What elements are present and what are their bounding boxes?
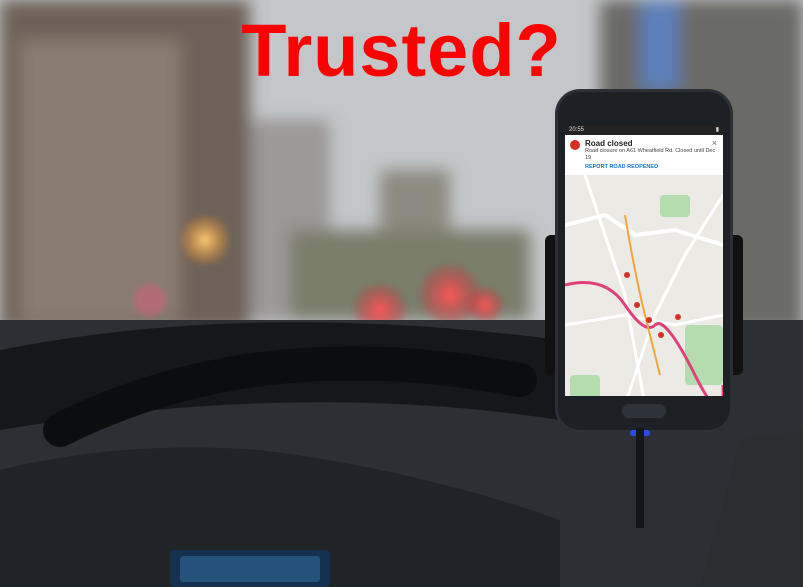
closure-marker-icon (675, 314, 681, 321)
road-closed-notification[interactable]: Road closed Road closure on A61 Wheatfie… (565, 135, 723, 176)
maps-screen[interactable]: 20:55 ▮ Road closed Road closure on A61 … (565, 126, 723, 396)
status-time: 20:55 (569, 127, 585, 133)
notification-body: Road closure on A61 Wheatfield Rd. Close… (585, 148, 716, 162)
trusted-headline: Trusted? (241, 9, 562, 92)
car-interior-photo: Trusted? 20:55 ▮ Road closed Road closur… (0, 0, 803, 587)
close-icon[interactable]: × (712, 138, 717, 148)
closure-marker-icon (658, 332, 664, 339)
smartphone: 20:55 ▮ Road closed Road closure on A61 … (558, 92, 730, 430)
charging-cable (636, 428, 644, 528)
home-button[interactable] (622, 404, 666, 418)
closure-marker-icon (624, 272, 630, 279)
closure-marker-icon (634, 302, 640, 309)
report-road-reopened-link[interactable]: REPORT ROAD REOPENED (585, 164, 718, 170)
battery-icon: ▮ (715, 127, 719, 133)
road-closed-icon (570, 140, 580, 150)
closure-marker-icon (646, 317, 652, 324)
map-view[interactable] (565, 174, 723, 396)
status-bar: 20:55 ▮ (565, 126, 723, 135)
notification-title: Road closed (585, 139, 633, 148)
